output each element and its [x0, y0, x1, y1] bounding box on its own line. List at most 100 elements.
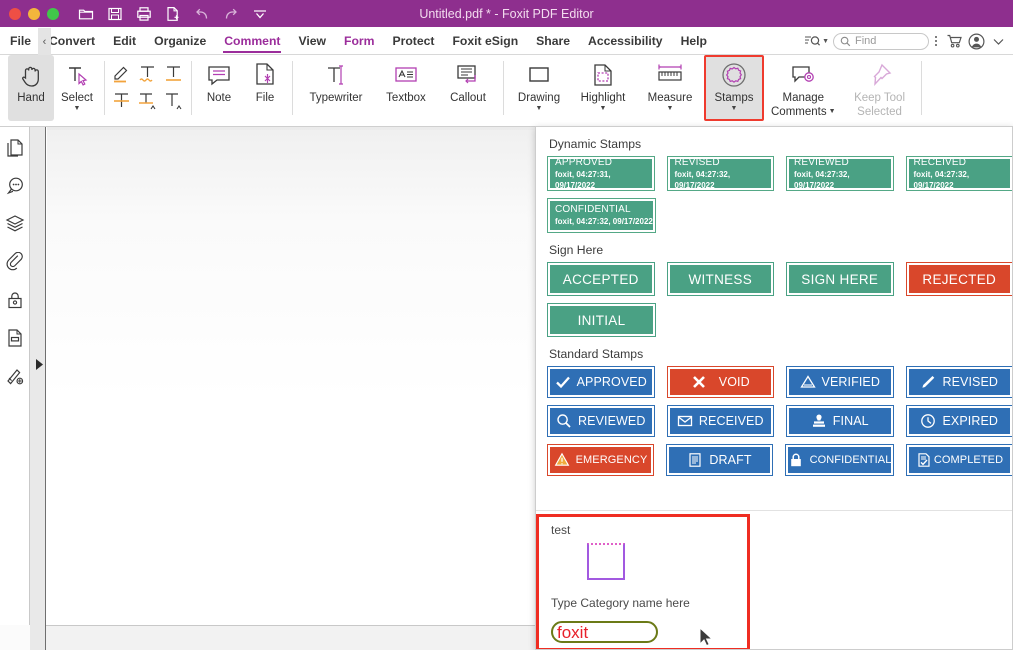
- stamp-accepted[interactable]: ACCEPTED: [548, 263, 654, 295]
- stamp-completed[interactable]: COMPLETED: [907, 445, 1012, 475]
- chevron-down-icon[interactable]: ▼: [74, 106, 81, 112]
- stamp-icon: [811, 413, 827, 429]
- stamp-revised-standard[interactable]: REVISED: [907, 367, 1013, 397]
- stamp-initial[interactable]: INITIAL: [548, 304, 655, 336]
- stamp-label: INITIAL: [578, 313, 626, 328]
- stamp-confidential-standard[interactable]: CONFIDENTIAL: [786, 445, 893, 475]
- stamp-draft[interactable]: DRAFT: [667, 445, 772, 475]
- stamp-received-standard[interactable]: RECEIVED: [668, 406, 774, 436]
- close-window-button[interactable]: [9, 8, 21, 20]
- measure-tool-button[interactable]: Measure ▼: [636, 55, 704, 121]
- chevron-down-icon[interactable]: ▼: [600, 106, 607, 112]
- foxit-pdf-editor-window: Untitled.pdf * - Foxit PDF Editor File C…: [0, 0, 1013, 650]
- stamp-final[interactable]: FINAL: [787, 406, 893, 436]
- navigation-panel-divider: [30, 127, 46, 625]
- menu-item-file[interactable]: File: [0, 27, 40, 55]
- category-name-input[interactable]: foxit: [551, 621, 658, 643]
- stamps-tool-button[interactable]: Stamps ▼: [704, 55, 764, 121]
- menu-item-share[interactable]: Share: [527, 27, 579, 55]
- menu-item-comment[interactable]: Comment: [215, 27, 289, 55]
- stamp-witness[interactable]: WITNESS: [668, 263, 774, 295]
- new-file-icon[interactable]: [163, 4, 183, 24]
- comments-icon[interactable]: [3, 173, 27, 199]
- file-attachment-tool-button[interactable]: File: [242, 55, 288, 121]
- insert-text-icon[interactable]: [161, 87, 187, 115]
- stamp-label: REVIEWED: [578, 414, 645, 428]
- strikethrough-icon[interactable]: [109, 87, 135, 115]
- menu-scroll-left-button[interactable]: ‹: [38, 28, 51, 55]
- stamp-sign-here[interactable]: SIGN HERE: [787, 263, 893, 295]
- layers-icon[interactable]: [3, 211, 27, 237]
- chevron-down-icon[interactable]: [987, 30, 1009, 52]
- account-avatar-icon[interactable]: [965, 30, 987, 52]
- security-lock-icon[interactable]: [3, 287, 27, 313]
- drawing-tool-button[interactable]: Drawing ▼: [508, 55, 570, 121]
- chevron-down-icon[interactable]: ▼: [829, 109, 836, 115]
- cart-icon[interactable]: [943, 30, 965, 52]
- menu-item-protect[interactable]: Protect: [383, 27, 443, 55]
- advanced-search-icon[interactable]: ▼: [800, 34, 833, 49]
- customize-toolbar-chevron-icon[interactable]: [250, 4, 270, 24]
- stamp-reviewed-dynamic[interactable]: REVIEWED foxit, 04:27:32, 09/17/2022: [787, 157, 893, 190]
- open-folder-icon[interactable]: [76, 4, 96, 24]
- select-tool-button[interactable]: Select ▼: [54, 55, 100, 121]
- form-fields-icon[interactable]: [3, 325, 27, 351]
- callout-icon: [454, 60, 482, 90]
- file-tool-label: File: [256, 92, 275, 105]
- print-icon[interactable]: [134, 4, 154, 24]
- minimize-window-button[interactable]: [28, 8, 40, 20]
- stamp-icon: [720, 60, 748, 90]
- menu-item-view[interactable]: View: [289, 27, 335, 55]
- menu-item-foxit-esign[interactable]: Foxit eSign: [443, 27, 527, 55]
- stamp-approved-standard[interactable]: APPROVED: [548, 367, 654, 397]
- note-tool-button[interactable]: Note: [196, 55, 242, 121]
- textbox-tool-button[interactable]: Textbox: [375, 55, 437, 121]
- redo-icon[interactable]: [221, 4, 241, 24]
- chevron-down-icon[interactable]: ▼: [731, 106, 738, 112]
- highlight-text-icon[interactable]: [109, 59, 135, 87]
- chevron-down-icon[interactable]: ▼: [667, 106, 674, 112]
- signature-icon[interactable]: [3, 363, 27, 389]
- hand-tool-label: Hand: [17, 92, 45, 105]
- stamp-rejected[interactable]: REJECTED: [907, 263, 1013, 295]
- callout-tool-button[interactable]: Callout: [437, 55, 499, 121]
- stamp-expired[interactable]: EXPIRED: [907, 406, 1013, 436]
- search-input[interactable]: Find: [833, 33, 929, 50]
- hand-tool-button[interactable]: Hand: [8, 55, 54, 121]
- menu-item-form[interactable]: Form: [335, 27, 383, 55]
- custom-stamp-preview-placeholder[interactable]: [587, 543, 625, 580]
- menu-item-help[interactable]: Help: [672, 27, 716, 55]
- keep-tool-selected-button[interactable]: Keep Tool Selected: [843, 55, 917, 121]
- stamp-verified[interactable]: VERIFIED: [787, 367, 893, 397]
- manage-comments-button[interactable]: Manage Comments▼: [764, 55, 843, 121]
- page-thumbnails-icon[interactable]: [3, 135, 27, 161]
- menu-item-organize[interactable]: Organize: [145, 27, 215, 55]
- maximize-window-button[interactable]: [47, 8, 59, 20]
- callout-tool-label: Callout: [450, 92, 486, 105]
- save-icon[interactable]: [105, 4, 125, 24]
- document-check-icon: [916, 452, 932, 468]
- stamp-received-dynamic[interactable]: RECEIVED foxit, 04:27:32, 09/17/2022: [907, 157, 1013, 190]
- navigation-panel-rail: [0, 127, 30, 625]
- overflow-menu-icon[interactable]: [929, 36, 943, 46]
- standard-stamps-row-2: REVIEWED RECEIVED FINAL EXPIRED: [536, 406, 1012, 436]
- highlight-tool-button[interactable]: Highlight ▼: [570, 55, 636, 121]
- stamp-approved-dynamic[interactable]: APPROVED foxit, 04:27:31, 09/17/2022: [548, 157, 654, 190]
- stamp-void[interactable]: VOID: [668, 367, 774, 397]
- undo-icon[interactable]: [192, 4, 212, 24]
- menu-item-accessibility[interactable]: Accessibility: [579, 27, 672, 55]
- replace-text-icon[interactable]: [135, 87, 161, 115]
- stamp-revised-dynamic[interactable]: REVISED foxit, 04:27:32, 09/17/2022: [668, 157, 774, 190]
- underline-icon[interactable]: [161, 59, 187, 87]
- stamp-meta: foxit, 04:27:32, 09/17/2022: [914, 169, 1011, 191]
- chevron-down-icon[interactable]: ▼: [822, 38, 829, 45]
- expand-panel-arrow-icon[interactable]: [34, 357, 44, 371]
- squiggly-underline-icon[interactable]: [135, 59, 161, 87]
- menu-item-edit[interactable]: Edit: [104, 27, 145, 55]
- typewriter-tool-button[interactable]: Typewriter: [297, 55, 375, 121]
- chevron-down-icon[interactable]: ▼: [536, 106, 543, 112]
- stamp-emergency[interactable]: EMERGENCY: [548, 445, 653, 475]
- stamp-confidential-dynamic[interactable]: CONFIDENTIAL foxit, 04:27:32, 09/17/2022: [548, 199, 655, 232]
- attachments-icon[interactable]: [3, 249, 27, 275]
- stamp-reviewed-standard[interactable]: REVIEWED: [548, 406, 654, 436]
